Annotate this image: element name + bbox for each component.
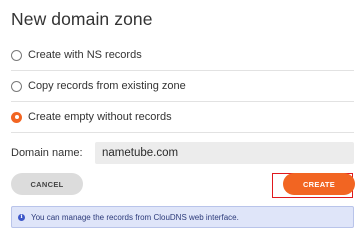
info-icon: i	[18, 213, 25, 221]
dialog-title: New domain zone	[11, 9, 153, 29]
radio-ns-records[interactable]	[11, 49, 22, 61]
create-button[interactable]: CREATE	[283, 173, 355, 195]
option-label: Copy records from existing zone	[28, 80, 186, 92]
info-text: You can manage the records from ClouDNS …	[31, 212, 239, 222]
new-domain-zone-dialog: New domain zone Create with NS records C…	[0, 0, 360, 250]
option-create-empty[interactable]: Create empty without records	[11, 102, 354, 133]
domain-name-input[interactable]	[95, 142, 354, 164]
domain-name-row: Domain name:	[11, 142, 354, 164]
domain-name-label: Domain name:	[11, 147, 83, 159]
option-copy-records[interactable]: Copy records from existing zone	[11, 71, 354, 102]
radio-copy-records[interactable]	[11, 80, 22, 92]
cancel-button[interactable]: CANCEL	[11, 173, 83, 195]
info-banner: i You can manage the records from ClouDN…	[11, 206, 354, 228]
option-label: Create with NS records	[28, 49, 142, 61]
radio-create-empty[interactable]	[11, 111, 22, 123]
option-create-with-ns-records[interactable]: Create with NS records	[11, 40, 354, 71]
option-label: Create empty without records	[28, 111, 172, 123]
